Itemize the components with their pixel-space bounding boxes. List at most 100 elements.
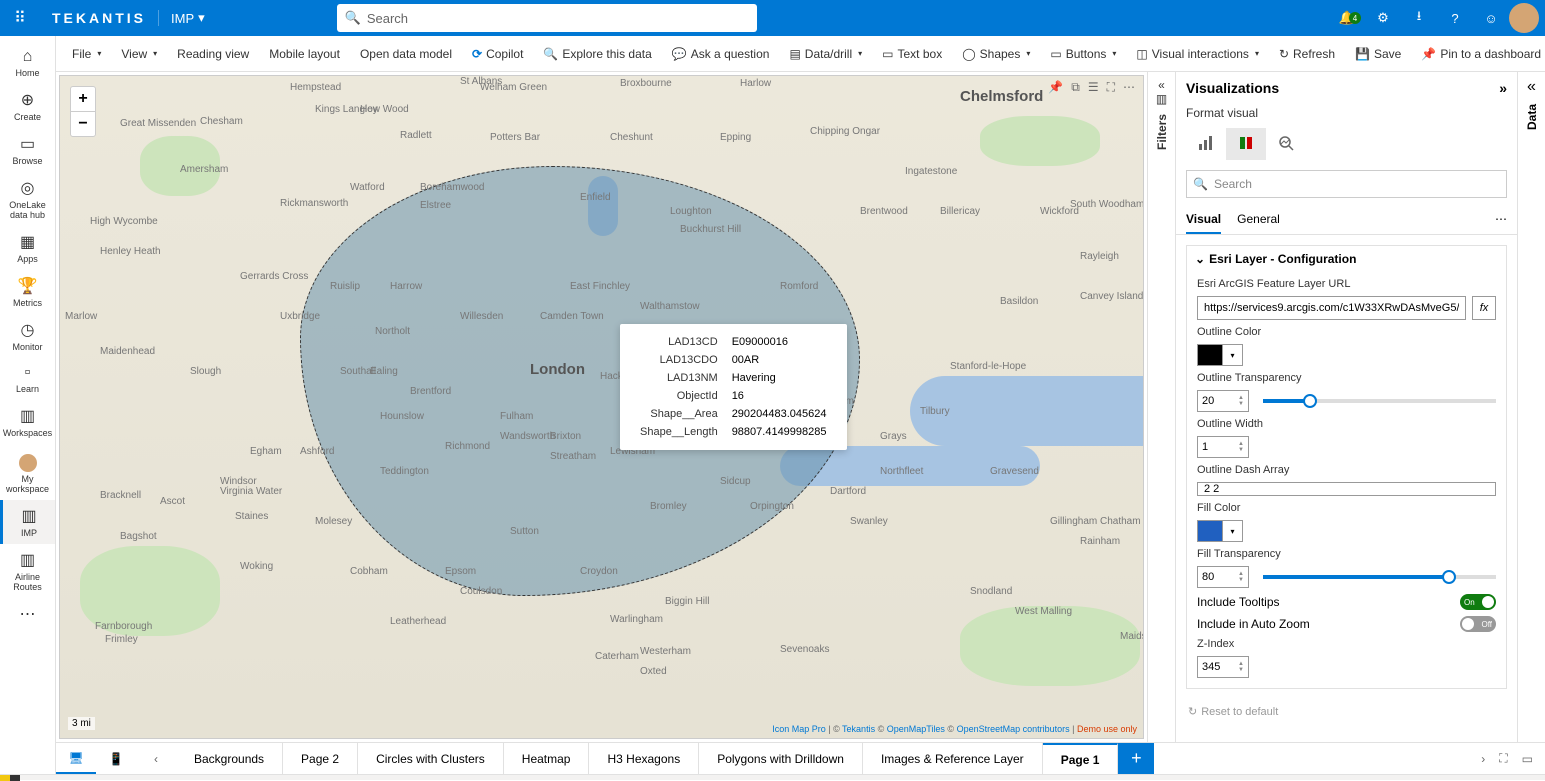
- ribbon-visual-interactions[interactable]: ◫Visual interactions: [1128, 43, 1267, 65]
- zoom-in-button[interactable]: +: [71, 87, 95, 112]
- filters-pane-collapsed[interactable]: « ▥ Filters: [1147, 72, 1175, 742]
- nav-monitor[interactable]: ◷Monitor: [0, 314, 55, 358]
- nav-workspaces[interactable]: ▥Workspaces: [0, 400, 55, 444]
- ribbon-file[interactable]: File: [64, 43, 109, 65]
- page-tab[interactable]: Images & Reference Layer: [863, 743, 1043, 774]
- save-icon: 💾: [1355, 47, 1370, 61]
- chevron-down-icon[interactable]: ▾: [1222, 345, 1242, 365]
- map-visual[interactable]: 📌 ⧉ ☰ ⛶ ⋯ London: [59, 75, 1144, 739]
- fill-transparency-label: Fill Transparency: [1197, 548, 1496, 560]
- next-page-icon[interactable]: ›: [1481, 752, 1485, 766]
- nav-home[interactable]: ⌂Home: [0, 42, 55, 84]
- nav-onelake[interactable]: ◎OneLake data hub: [0, 172, 55, 226]
- tooltips-toggle[interactable]: On: [1460, 594, 1496, 610]
- ribbon-save[interactable]: 💾Save: [1347, 43, 1409, 65]
- pin-visual-icon[interactable]: 📌: [1048, 80, 1063, 95]
- nav-apps[interactable]: ▦Apps: [0, 226, 55, 270]
- autozoom-toggle[interactable]: Off: [1460, 616, 1496, 632]
- tab-more-icon[interactable]: ⋯: [1495, 206, 1507, 234]
- focus-mode-icon[interactable]: ⛶: [1107, 80, 1115, 95]
- tab-general[interactable]: General: [1237, 206, 1280, 234]
- user-avatar[interactable]: [1509, 3, 1539, 33]
- nav-IMP-report[interactable]: ▥IMP: [0, 500, 55, 544]
- nav-create[interactable]: ⊕Create: [0, 84, 55, 128]
- format-visual-icon[interactable]: [1226, 128, 1266, 160]
- ribbon-open-data-model[interactable]: Open data model: [352, 43, 460, 65]
- chevron-down-icon[interactable]: ▾: [1222, 521, 1242, 541]
- outline-transparency-slider[interactable]: [1263, 399, 1496, 403]
- nav-metrics[interactable]: 🏆Metrics: [0, 270, 55, 314]
- format-search[interactable]: 🔍 Search: [1186, 170, 1507, 198]
- nav-browse[interactable]: ▭Browse: [0, 128, 55, 172]
- ribbon-mobile-layout[interactable]: Mobile layout: [261, 43, 348, 65]
- ribbon-buttons[interactable]: ▭Buttons: [1042, 43, 1124, 65]
- data-pane-collapsed[interactable]: « Data: [1517, 72, 1545, 742]
- ribbon-explore[interactable]: 🔍Explore this data: [535, 43, 659, 65]
- ribbon-view[interactable]: View: [113, 43, 165, 65]
- nav-more[interactable]: ⋯: [0, 598, 55, 630]
- global-search[interactable]: 🔍 Search: [337, 4, 757, 32]
- tab-visual[interactable]: Visual: [1186, 206, 1221, 234]
- expand-icon[interactable]: «: [1527, 78, 1536, 96]
- outline-dash-input[interactable]: [1197, 482, 1496, 496]
- fill-transparency-input[interactable]: 80▲▼: [1197, 566, 1249, 588]
- filter-visual-icon[interactable]: ☰: [1088, 80, 1099, 95]
- page-tab[interactable]: Backgrounds: [176, 743, 283, 774]
- zoom-out-button[interactable]: −: [71, 112, 95, 136]
- page-tab[interactable]: Polygons with Drilldown: [699, 743, 863, 774]
- ribbon-reading-view[interactable]: Reading view: [169, 43, 257, 65]
- notifications-icon[interactable]: 🔔4: [1329, 10, 1365, 26]
- ribbon-copilot[interactable]: ⟳Copilot: [464, 43, 531, 65]
- fit-page-icon[interactable]: ⛶: [1499, 751, 1507, 766]
- attribution-omt[interactable]: OpenMapTiles: [887, 724, 945, 734]
- zindex-input[interactable]: 345▲▼: [1197, 656, 1249, 678]
- full-screen-icon[interactable]: ▭: [1522, 752, 1533, 766]
- page-tab[interactable]: H3 Hexagons: [589, 743, 699, 774]
- attribution-iconmap[interactable]: Icon Map Pro: [772, 724, 826, 734]
- prev-page-icon[interactable]: ‹: [136, 743, 176, 774]
- fill-transparency-slider[interactable]: [1263, 575, 1496, 579]
- help-icon[interactable]: ?: [1437, 11, 1473, 26]
- ribbon-shapes[interactable]: ◯Shapes: [954, 43, 1038, 65]
- attribution-osm[interactable]: OpenStreetMap contributors: [957, 724, 1070, 734]
- download-icon[interactable]: ⭳: [1401, 7, 1437, 29]
- mobile-layout-icon[interactable]: 📱: [96, 743, 136, 774]
- report-icon: ▥: [21, 506, 36, 526]
- copy-visual-icon[interactable]: ⧉: [1071, 80, 1080, 95]
- app-launcher-icon[interactable]: ⠿: [0, 8, 40, 28]
- ribbon-refresh[interactable]: ↻Refresh: [1271, 43, 1343, 65]
- zoom-control: + −: [70, 86, 96, 137]
- page-tab[interactable]: Page 2: [283, 743, 358, 774]
- add-page-button[interactable]: +: [1118, 743, 1154, 774]
- attribution-demo: Demo use only: [1077, 724, 1137, 734]
- nav-learn[interactable]: ▫Learn: [0, 358, 55, 400]
- ribbon-data-drill[interactable]: ▤Data/drill: [781, 43, 870, 65]
- ribbon-ask[interactable]: 💬Ask a question: [664, 43, 778, 65]
- onelake-icon: ◎: [21, 178, 35, 198]
- feedback-icon[interactable]: ☺: [1473, 11, 1509, 26]
- page-tab[interactable]: Heatmap: [504, 743, 590, 774]
- fx-button[interactable]: fx: [1472, 296, 1496, 320]
- reset-to-default[interactable]: Reset to default: [1176, 699, 1517, 724]
- page-tab[interactable]: Circles with Clusters: [358, 743, 504, 774]
- outline-width-input[interactable]: 1▲▼: [1197, 436, 1249, 458]
- outline-color-swatch[interactable]: ▾: [1197, 344, 1243, 366]
- analytics-icon[interactable]: [1266, 128, 1306, 160]
- page-tab[interactable]: Page 1: [1043, 743, 1119, 774]
- nav-airline-routes[interactable]: ▥Airline Routes: [0, 544, 55, 598]
- collapse-icon[interactable]: »: [1499, 80, 1507, 96]
- more-options-icon[interactable]: ⋯: [1123, 80, 1135, 95]
- attribution-tekantis[interactable]: Tekantis: [842, 724, 875, 734]
- expand-icon[interactable]: «: [1158, 78, 1165, 92]
- ribbon-pin[interactable]: 📌Pin to a dashboard: [1413, 43, 1545, 65]
- ribbon-text-box[interactable]: ▭Text box: [874, 43, 950, 65]
- desktop-layout-icon[interactable]: 🖥: [56, 743, 96, 774]
- fill-color-swatch[interactable]: ▾: [1197, 520, 1243, 542]
- url-input[interactable]: [1197, 296, 1466, 320]
- build-visual-icon[interactable]: [1186, 128, 1226, 160]
- nav-my-workspace[interactable]: My workspace: [0, 448, 55, 500]
- settings-icon[interactable]: ⚙: [1365, 10, 1401, 26]
- workspace-selector[interactable]: IMP ▾: [159, 10, 217, 26]
- outline-transparency-input[interactable]: 20▲▼: [1197, 390, 1249, 412]
- section-header[interactable]: ⌄Esri Layer - Configuration: [1187, 246, 1506, 272]
